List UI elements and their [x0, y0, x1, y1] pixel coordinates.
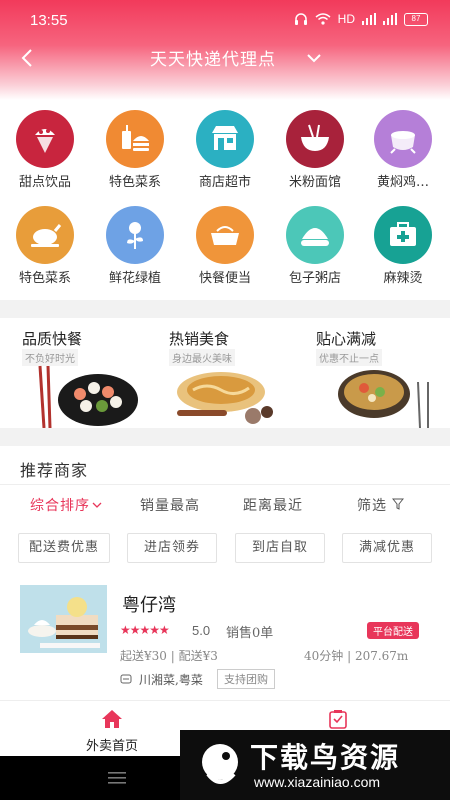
category-item[interactable]: 鲜花绿植 — [95, 206, 175, 286]
sort-tab-sales[interactable]: 销量最高 — [140, 495, 200, 515]
location-title[interactable]: 天天快递代理点 — [150, 45, 276, 70]
category-label: 麻辣烫 — [383, 271, 423, 286]
category-item[interactable]: 包子粥店 — [275, 206, 355, 286]
pot-icon — [374, 110, 432, 168]
signal-icon-2 — [383, 13, 397, 25]
status-time: 13:55 — [30, 12, 68, 29]
category-label: 米粉面馆 — [288, 175, 341, 190]
merchant-score: 5.0 — [192, 623, 211, 638]
promo-card[interactable]: 品质快餐 不负好时光 — [10, 318, 146, 428]
recommend-title: 推荐商家 — [20, 461, 89, 480]
sushi-platter-image — [38, 365, 138, 428]
flower-icon — [106, 206, 164, 264]
bun-icon — [286, 206, 344, 264]
cuisine-icon — [120, 674, 132, 684]
section-divider — [0, 428, 450, 446]
merchant-card[interactable]: 粤仔湾 ★★★★★ 5.0 销售0单 平台配送 起送¥30 | 配送¥3 40分… — [0, 577, 450, 697]
merchant-fee: 起送¥30 | 配送¥3 — [120, 649, 218, 663]
category-label: 商店超市 — [198, 175, 251, 190]
wifi-icon — [315, 13, 331, 25]
merchant-cake-image — [20, 585, 107, 653]
filter-chip-full-reduction[interactable]: 满减优惠 — [342, 533, 432, 563]
promo-card[interactable]: 贴心满减 优惠不止一点 — [304, 318, 440, 428]
chevron-down-icon — [92, 502, 102, 508]
roast-chicken-icon — [16, 206, 74, 264]
watermark-text: 下载鸟资源 — [250, 741, 401, 774]
category-item[interactable]: 米粉面馆 — [275, 110, 355, 190]
soup-pot-image — [338, 370, 429, 428]
orders-icon — [329, 710, 347, 729]
group-buy-tag: 支持团购 — [217, 669, 275, 689]
filter-chip-pickup[interactable]: 到店自取 — [235, 533, 325, 563]
filter-chip-delivery-discount[interactable]: 配送费优惠 — [18, 533, 110, 563]
chevron-down-icon[interactable] — [306, 50, 322, 66]
battery-icon: 87 — [404, 12, 428, 26]
category-label: 甜点饮品 — [18, 175, 71, 190]
category-item[interactable]: 麻辣烫 — [363, 206, 443, 286]
rating-stars-icon: ★★★★★ — [120, 623, 170, 637]
sort-tab-label: 筛选 — [357, 498, 387, 514]
watermark-url: www.xiazainiao.com — [254, 774, 381, 790]
noodle-bowl-icon — [286, 110, 344, 168]
medical-kit-icon — [374, 206, 432, 264]
nav-home-label: 外卖首页 — [85, 739, 138, 754]
category-label: 快餐便当 — [198, 271, 251, 286]
promo-card[interactable]: 热销美食 身边最火美味 — [157, 318, 293, 428]
network-type: HD — [337, 12, 355, 26]
promo-title: 贴心满减 — [316, 331, 377, 348]
category-item[interactable]: 商店超市 — [185, 110, 265, 190]
sort-tab-distance[interactable]: 距离最近 — [243, 495, 303, 515]
ice-cream-icon — [16, 110, 74, 168]
menu-icon[interactable] — [108, 772, 126, 784]
category-label: 特色菜系 — [108, 175, 161, 190]
merchant-name: 粤仔湾 — [122, 595, 176, 616]
store-icon — [196, 110, 254, 168]
back-arrow-icon[interactable] — [16, 46, 40, 70]
category-item[interactable]: 黄焖鸡… — [363, 110, 443, 190]
section-divider — [0, 300, 450, 318]
watermark: 下载鸟资源 www.xiazainiao.com — [180, 730, 450, 800]
divider — [0, 484, 450, 485]
filter-chip-coupon[interactable]: 进店领券 — [127, 533, 217, 563]
status-icons: HD 87 — [294, 12, 428, 26]
merchant-sales: 销售0单 — [226, 626, 274, 641]
merchant-cuisine: 川湘菜,粤菜 — [139, 673, 203, 687]
category-item[interactable]: 特色菜系 — [5, 206, 85, 286]
category-label: 特色菜系 — [18, 271, 71, 286]
filter-icon — [392, 498, 405, 510]
platform-delivery-badge: 平台配送 — [367, 622, 419, 639]
status-bar: 13:55 HD 87 — [0, 0, 450, 40]
home-icon — [102, 710, 122, 728]
burger-drink-icon — [106, 110, 164, 168]
category-item[interactable]: 特色菜系 — [95, 110, 175, 190]
category-item[interactable]: 快餐便当 — [185, 206, 265, 286]
category-label: 包子粥店 — [288, 271, 341, 286]
bento-icon — [196, 206, 254, 264]
headphone-icon — [294, 13, 307, 25]
app-screen: 13:55 HD 87 天天快递代理点 甜点饮品 特色菜系 商店超市 米粉面馆 … — [0, 0, 450, 800]
sort-tab-label: 综合排序 — [30, 498, 90, 514]
bird-logo-icon — [202, 744, 238, 784]
signal-icon — [362, 13, 376, 25]
merchant-distance: 40分钟 | 207.67m — [304, 649, 409, 663]
sort-tab-filter[interactable]: 筛选 — [357, 495, 405, 515]
noodles-image — [177, 372, 273, 424]
sort-tab-comprehensive[interactable]: 综合排序 — [30, 495, 102, 515]
category-item[interactable]: 甜点饮品 — [5, 110, 85, 190]
nav-bar: 天天快递代理点 — [0, 40, 450, 76]
category-label: 黄焖鸡… — [376, 175, 429, 190]
promo-title: 品质快餐 — [22, 331, 83, 348]
category-label: 鲜花绿植 — [108, 271, 161, 286]
promo-title: 热销美食 — [169, 331, 230, 348]
nav-item-home[interactable]: 外卖首页 — [72, 709, 152, 754]
